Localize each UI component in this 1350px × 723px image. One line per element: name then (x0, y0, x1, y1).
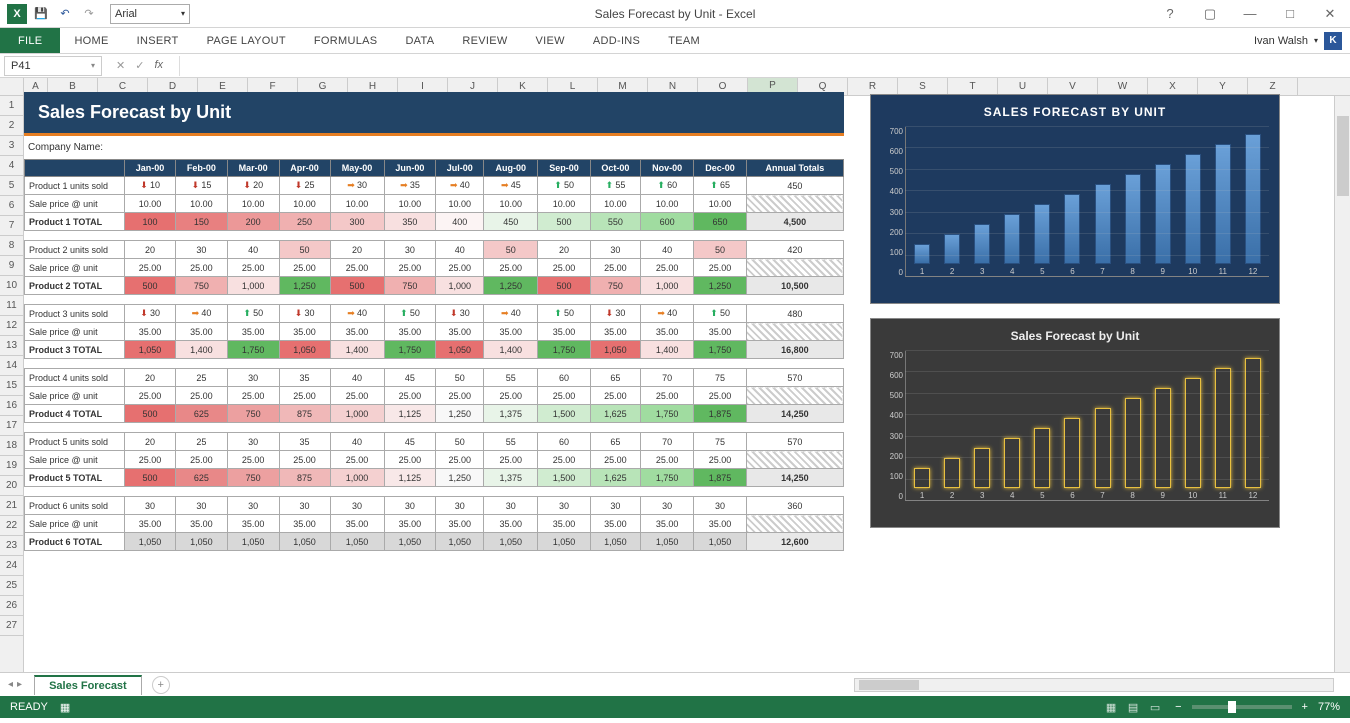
vertical-scrollbar[interactable] (1334, 96, 1350, 672)
zoom-out-icon[interactable]: − (1175, 701, 1181, 713)
ribbon-options-icon[interactable]: ▢ (1196, 4, 1224, 24)
row-header[interactable]: 27 (0, 616, 23, 636)
row-header[interactable]: 7 (0, 216, 23, 236)
row-header[interactable]: 2 (0, 116, 23, 136)
sheet-tab-active[interactable]: Sales Forecast (34, 675, 142, 695)
page-break-view-icon[interactable]: ▭ (1145, 699, 1165, 715)
sheet-tab-bar: ◂ ▸ Sales Forecast + (0, 672, 1350, 696)
macro-icon[interactable]: ▦ (60, 701, 70, 714)
row-header[interactable]: 5 (0, 176, 23, 196)
add-sheet-button[interactable]: + (152, 676, 170, 694)
formula-bar: P41▾ ✕ ✓ fx (0, 54, 1350, 78)
ribbon-tab-view[interactable]: VIEW (522, 28, 579, 53)
row-header[interactable]: 6 (0, 196, 23, 216)
col-header[interactable]: V (1048, 78, 1098, 95)
ribbon-tab-page-layout[interactable]: PAGE LAYOUT (193, 28, 300, 53)
ribbon-tab-add-ins[interactable]: ADD-INS (579, 28, 654, 53)
row-header[interactable]: 13 (0, 336, 23, 356)
minimize-icon[interactable]: — (1236, 4, 1264, 24)
row-header[interactable]: 12 (0, 316, 23, 336)
ribbon-tab-formulas[interactable]: FORMULAS (300, 28, 392, 53)
ribbon-tab-insert[interactable]: INSERT (123, 28, 193, 53)
col-header[interactable]: R (848, 78, 898, 95)
col-header[interactable]: Z (1248, 78, 1298, 95)
col-header[interactable]: X (1148, 78, 1198, 95)
row-header[interactable]: 3 (0, 136, 23, 156)
window-title: Sales Forecast by Unit - Excel (595, 7, 756, 21)
chart-dark[interactable]: Sales Forecast by Unit700600500400300200… (870, 318, 1280, 528)
zoom-slider[interactable] (1192, 705, 1292, 709)
row-header[interactable]: 11 (0, 296, 23, 316)
zoom-in-icon[interactable]: + (1302, 701, 1308, 713)
col-header[interactable]: W (1098, 78, 1148, 95)
user-name[interactable]: Ivan Walsh (1254, 35, 1308, 47)
undo-icon[interactable]: ↶ (54, 3, 76, 25)
row-header[interactable]: 25 (0, 576, 23, 596)
title-bar: X 💾 ↶ ↷ Arial▾ Sales Forecast by Unit - … (0, 0, 1350, 28)
tab-nav-first-icon[interactable]: ◂ (8, 679, 13, 690)
ribbon-tab-home[interactable]: HOME (60, 28, 122, 53)
normal-view-icon[interactable]: ▦ (1101, 699, 1121, 715)
horizontal-scrollbar[interactable] (854, 678, 1334, 692)
excel-logo-icon[interactable]: X (6, 3, 28, 25)
spreadsheet-grid[interactable]: 1234567891011121314151617181920212223242… (0, 78, 1350, 672)
row-header[interactable]: 24 (0, 556, 23, 576)
page-title: Sales Forecast by Unit (24, 92, 844, 136)
maximize-icon[interactable]: □ (1276, 4, 1304, 24)
forecast-table[interactable]: Jan-00Feb-00Mar-00Apr-00May-00Jun-00Jul-… (24, 159, 844, 551)
name-box[interactable]: P41▾ (4, 56, 102, 76)
row-header[interactable]: 18 (0, 436, 23, 456)
row-header[interactable]: 10 (0, 276, 23, 296)
tab-nav-last-icon[interactable]: ▸ (17, 679, 22, 690)
enter-formula-icon[interactable]: ✓ (135, 59, 144, 72)
user-avatar[interactable]: K (1324, 32, 1342, 50)
row-header[interactable]: 4 (0, 156, 23, 176)
row-header[interactable]: 26 (0, 596, 23, 616)
row-header[interactable]: 22 (0, 516, 23, 536)
row-header[interactable]: 20 (0, 476, 23, 496)
col-header[interactable]: S (898, 78, 948, 95)
row-header[interactable]: 8 (0, 236, 23, 256)
col-header[interactable]: Y (1198, 78, 1248, 95)
ribbon-tabs: FILEHOMEINSERTPAGE LAYOUTFORMULASDATAREV… (0, 28, 1350, 54)
formula-input[interactable] (179, 56, 1350, 76)
zoom-level[interactable]: 77% (1318, 701, 1340, 713)
help-icon[interactable]: ? (1156, 4, 1184, 24)
status-text: READY (10, 701, 48, 713)
save-icon[interactable]: 💾 (30, 3, 52, 25)
fx-icon[interactable]: fx (154, 59, 163, 72)
chart-navy[interactable]: SALES FORECAST BY UNIT700600500400300200… (870, 94, 1280, 304)
page-layout-view-icon[interactable]: ▤ (1123, 699, 1143, 715)
col-header[interactable]: U (998, 78, 1048, 95)
row-header[interactable]: 14 (0, 356, 23, 376)
ribbon-tab-file[interactable]: FILE (0, 28, 60, 53)
ribbon-tab-review[interactable]: REVIEW (448, 28, 521, 53)
ribbon-tab-team[interactable]: TEAM (654, 28, 714, 53)
col-header[interactable]: T (948, 78, 998, 95)
font-selector[interactable]: Arial▾ (110, 4, 190, 24)
ribbon-tab-data[interactable]: DATA (391, 28, 448, 53)
close-icon[interactable]: ✕ (1316, 4, 1344, 24)
row-header[interactable]: 1 (0, 96, 23, 116)
row-header[interactable]: 17 (0, 416, 23, 436)
row-header[interactable]: 15 (0, 376, 23, 396)
row-header[interactable]: 23 (0, 536, 23, 556)
row-header[interactable]: 21 (0, 496, 23, 516)
row-header[interactable]: 16 (0, 396, 23, 416)
cancel-formula-icon[interactable]: ✕ (116, 59, 125, 72)
company-name-label: Company Name: (24, 136, 844, 159)
redo-icon[interactable]: ↷ (78, 3, 100, 25)
row-header[interactable]: 9 (0, 256, 23, 276)
row-header[interactable]: 19 (0, 456, 23, 476)
status-bar: READY ▦ ▦ ▤ ▭ − + 77% (0, 696, 1350, 718)
